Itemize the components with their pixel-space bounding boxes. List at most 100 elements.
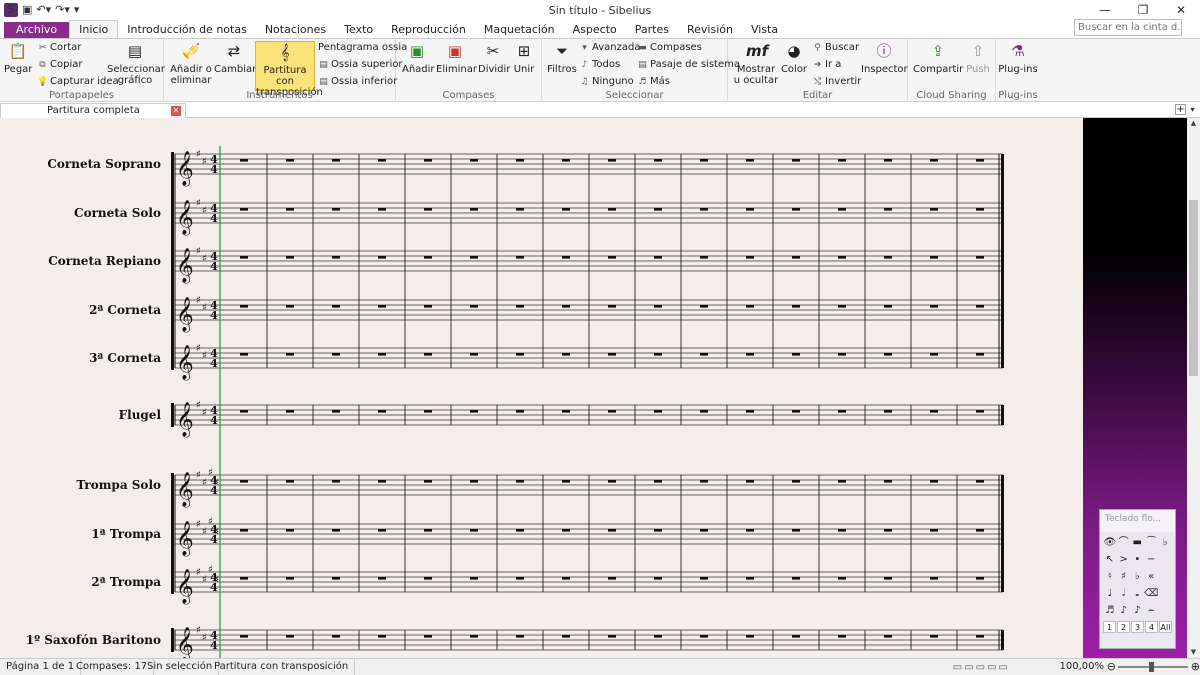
keypad-title: Teclado flo... xyxy=(1100,510,1175,532)
keypad-double-flat-icon[interactable]: ♭ xyxy=(1158,534,1172,551)
inspector-button[interactable]: ⓘ Inspector xyxy=(861,41,908,75)
keypad-layout-4[interactable]: 4 xyxy=(1145,621,1158,633)
tab-introduccion-de-notas[interactable]: Introducción de notas xyxy=(118,22,256,38)
scroll-up-icon[interactable]: ▲ xyxy=(1187,118,1200,129)
keypad-panel[interactable]: Teclado flo... 👁 ⌒ ▬ ⁀ ♭ ↖ > • − ♮ ♯ ♭ « ♩ 𝅗𝅥 𝅝 ⌫ ♬ ♪ ♪… xyxy=(1099,509,1176,649)
transposing-score-button[interactable]: 𝄞 Partitura con transposición xyxy=(255,41,323,98)
join-bar-button[interactable]: ⊞ Unir xyxy=(511,41,537,75)
keypad-layout-all[interactable]: All xyxy=(1159,621,1172,633)
tab-archivo[interactable]: Archivo xyxy=(4,22,70,38)
keypad-accent-icon[interactable]: > xyxy=(1117,551,1131,568)
tab-aspecto[interactable]: Aspecto xyxy=(564,22,626,38)
advanced-filter-button[interactable]: ▾ Avanzada xyxy=(579,42,640,54)
keypad-layout-3[interactable]: 3 xyxy=(1131,621,1144,633)
bar-rest xyxy=(746,635,754,638)
bar-rest xyxy=(884,577,892,580)
select-all-button[interactable]: ♪ Todos xyxy=(579,59,621,71)
tab-revision[interactable]: Revisión xyxy=(678,22,742,38)
tab-partes[interactable]: Partes xyxy=(626,22,678,38)
score-view[interactable]: Corneta Soprano 𝄞 ♯ ♯ 4 4 Corneta Solo 𝄞 ♯ ♯ 4 4 Cor… xyxy=(0,118,1083,658)
add-bar-button[interactable]: ▣ Añadir xyxy=(402,41,435,75)
keypad-backspace-icon[interactable]: ⌫ xyxy=(1144,585,1158,602)
select-bars-button[interactable]: ▬ Compases xyxy=(637,42,702,54)
tab-reproduccion[interactable]: Reproducción xyxy=(382,22,475,38)
sharp-icon: ♯ xyxy=(196,470,201,481)
keypad-staccato-icon[interactable]: • xyxy=(1130,551,1144,568)
tab-scroll-icon[interactable]: ▾ xyxy=(1187,104,1198,115)
keypad-sixteenth-icon[interactable]: ♬ xyxy=(1103,602,1117,619)
more-select-button[interactable]: ♬ Más xyxy=(637,76,670,88)
keypad-layout-1[interactable]: 1 xyxy=(1103,621,1116,633)
copy-button[interactable]: ⧉ Copiar xyxy=(37,59,82,71)
zoom-level[interactable]: 100,00% xyxy=(1060,659,1105,674)
ossia-below-button[interactable]: ▤ Ossia inferior xyxy=(318,76,397,88)
change-instrument-button[interactable]: ⇄ Cambiar xyxy=(214,41,256,75)
tab-vista[interactable]: Vista xyxy=(742,22,787,38)
tab-maquetacion[interactable]: Maquetación xyxy=(475,22,564,38)
flip-icon: ⤭ xyxy=(813,77,822,87)
tab-notaciones[interactable]: Notaciones xyxy=(256,22,335,38)
filters-button[interactable]: ⏷ Filtros xyxy=(546,41,578,75)
tab-inicio[interactable]: Inicio xyxy=(69,20,119,38)
flip-button[interactable]: ⤭ Invertir xyxy=(812,76,861,88)
tab-full-score[interactable]: Partitura completa ✕ xyxy=(0,103,186,118)
customize-qat-icon[interactable]: ▾ xyxy=(74,3,80,17)
share-button[interactable]: ⇪ Compartir xyxy=(913,41,963,75)
zoom-in-icon[interactable]: ⊕ xyxy=(1191,659,1200,674)
undo-icon[interactable]: ↶▾ xyxy=(36,3,51,17)
redo-icon[interactable]: ↷▾ xyxy=(55,3,70,17)
keypad-whole-icon[interactable]: 𝅝 xyxy=(1130,585,1144,602)
bar-rest xyxy=(930,159,938,162)
bar-rest xyxy=(792,159,800,162)
keypad-eighth2-icon[interactable]: ♪ xyxy=(1130,602,1144,619)
keypad-sharp-icon[interactable]: ♯ xyxy=(1117,568,1131,585)
delete-bar-button[interactable]: ▣ Eliminar xyxy=(436,41,477,75)
save-icon[interactable]: ▣ xyxy=(22,3,32,17)
zoom-slider-thumb[interactable] xyxy=(1149,662,1154,672)
select-none-label: Ninguno xyxy=(592,76,634,87)
zoom-out-icon[interactable]: ⊖ xyxy=(1107,659,1116,674)
view-mode-icons[interactable]: ▭▭▭▭▭ xyxy=(953,660,1010,675)
scroll-thumb[interactable] xyxy=(1189,200,1198,376)
keypad-flat-icon[interactable]: ♭ xyxy=(1130,568,1144,585)
system-passage-button[interactable]: ▤ Pasaje de sistema xyxy=(637,59,740,71)
select-all-label: Todos xyxy=(592,59,621,70)
select-graphic-button[interactable]: ▤ Seleccionar gráfico xyxy=(107,41,165,86)
keypad-tenuto-icon[interactable]: − xyxy=(1144,551,1158,568)
push-button[interactable]: ⇧ Push xyxy=(964,41,992,75)
keypad-half-icon[interactable]: 𝅗𝅥 xyxy=(1117,585,1131,602)
keypad-view-icon[interactable]: 👁 xyxy=(1103,534,1117,551)
close-icon[interactable]: ✕ xyxy=(1162,0,1200,20)
go-to-button[interactable]: ➜ Ir a xyxy=(812,59,842,71)
add-remove-instruments-button[interactable]: 🎺 Añadir o eliminar xyxy=(170,41,212,86)
maximize-icon[interactable]: ❐ xyxy=(1124,0,1162,20)
cut-button[interactable]: ✂ Cortar xyxy=(37,42,82,54)
keypad-rest-icon[interactable]: ▬ xyxy=(1130,534,1144,551)
keypad-pointer-icon[interactable]: ↖ xyxy=(1103,551,1117,568)
vertical-scrollbar[interactable]: ▲ ▼ xyxy=(1187,118,1200,658)
scroll-down-icon[interactable]: ▼ xyxy=(1187,647,1200,658)
close-tab-icon[interactable]: ✕ xyxy=(171,106,181,116)
ossia-above-button[interactable]: ▤ Ossia superior xyxy=(318,59,402,71)
find-button[interactable]: ⚲ Buscar xyxy=(812,42,859,54)
tab-texto[interactable]: Texto xyxy=(335,22,382,38)
keypad-slur-icon[interactable]: ⁀ xyxy=(1144,534,1158,551)
keypad-natural-icon[interactable]: ♮ xyxy=(1103,568,1117,585)
keypad-eighth-icon[interactable]: ♪ xyxy=(1117,602,1131,619)
plugins-button[interactable]: ⚗ Plug-ins xyxy=(998,41,1038,75)
keypad-tie-icon[interactable]: ⌒ xyxy=(1117,534,1131,551)
keypad-quarter-icon[interactable]: ♩ xyxy=(1103,585,1117,602)
show-hide-button[interactable]: mf Mostrar u ocultar xyxy=(733,41,779,86)
ossia-staff-button[interactable]: Pentagrama ossia xyxy=(318,42,407,54)
color-button[interactable]: ◕ Color xyxy=(780,41,808,75)
select-none-button[interactable]: ♫ Ninguno xyxy=(579,76,634,88)
add-tab-icon[interactable]: + xyxy=(1175,104,1186,115)
score-canvas[interactable]: Corneta Soprano 𝄞 ♯♯ 44Corneta Solo 𝄞 ♯♯ 44Cor… xyxy=(0,118,1083,658)
split-bar-button[interactable]: ✂ Dividir xyxy=(478,41,510,75)
minimize-icon[interactable]: — xyxy=(1086,0,1124,20)
keypad-fermata-icon[interactable]: ⌢ xyxy=(1144,602,1158,619)
keypad-rewind-icon[interactable]: « xyxy=(1144,568,1158,585)
keypad-layout-2[interactable]: 2 xyxy=(1117,621,1130,633)
paste-button[interactable]: 📋 Pegar xyxy=(4,41,32,75)
ribbon-search-input[interactable] xyxy=(1074,19,1182,36)
